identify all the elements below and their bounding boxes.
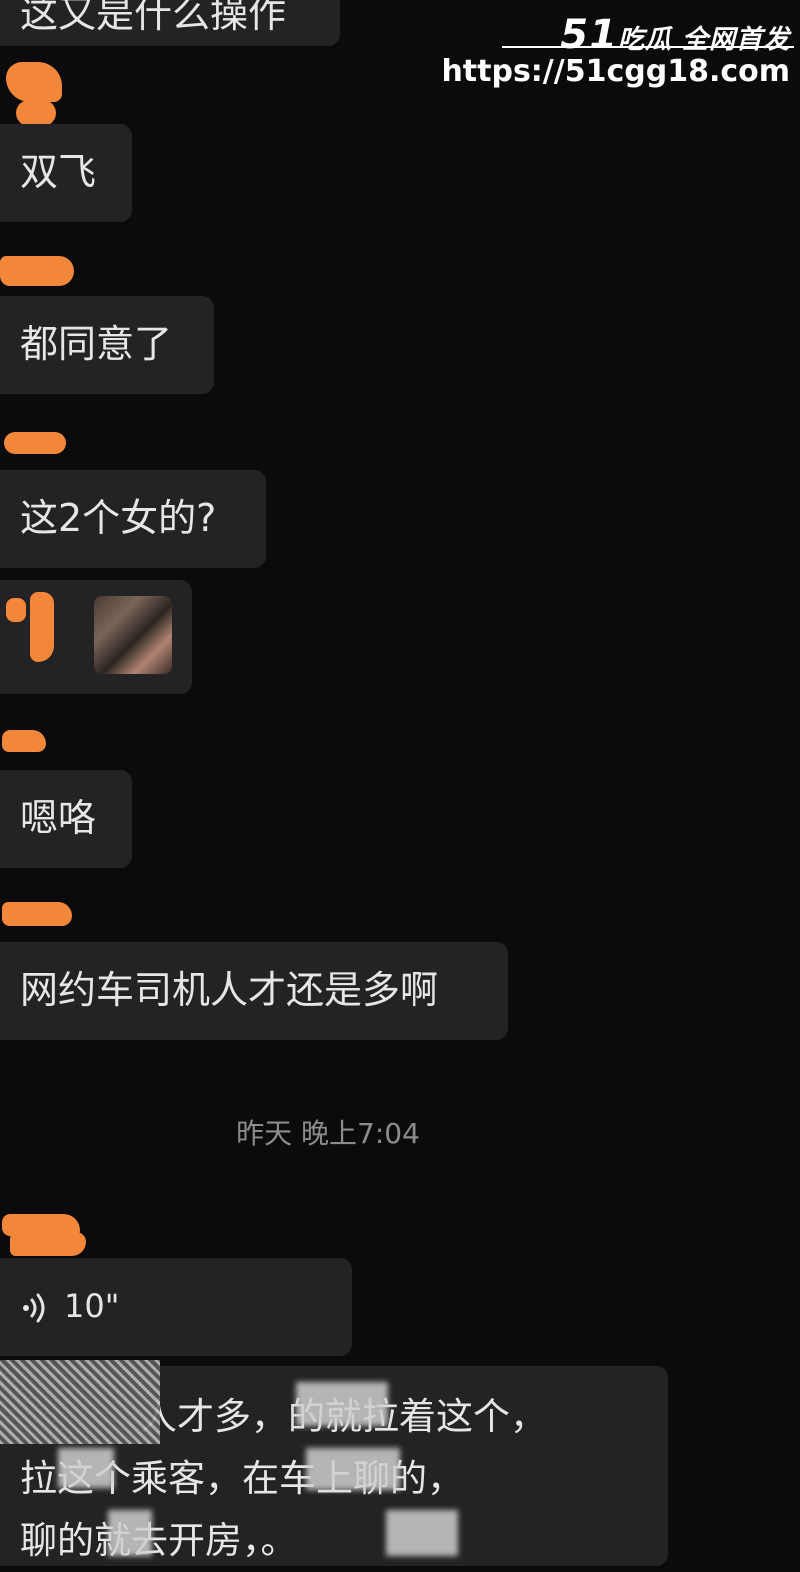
avatar-redaction [0, 256, 74, 286]
chat-timestamp: 昨天 晚上7:04 [236, 1117, 420, 1150]
voice-duration: 10" [64, 1287, 120, 1325]
photo-thumbnail[interactable] [94, 596, 172, 674]
image-message-bubble[interactable] [0, 580, 192, 694]
watermark-brand: 51吃瓜 全网首发 [560, 12, 790, 58]
avatar-redaction [4, 432, 66, 454]
mosaic-redaction [306, 1448, 400, 1490]
mosaic-redaction [58, 1448, 114, 1488]
message-bubble[interactable]: 这2个女的? [0, 470, 266, 568]
watermark: 51吃瓜 全网首发 https://51cgg18.com [441, 0, 794, 100]
avatar-redaction [16, 100, 56, 126]
message-bubble[interactable]: 嗯咯 [0, 770, 132, 868]
watermark-brand-number: 51 [560, 12, 618, 58]
mosaic-redaction [108, 1510, 152, 1556]
mosaic-redaction [386, 1510, 458, 1556]
message-text: 都同意了 [20, 322, 173, 366]
message-bubble[interactable]: 这又是什么操作 [0, 0, 340, 46]
message-bubble[interactable]: 双飞 [0, 124, 132, 222]
message-text: 这2个女的? [20, 496, 217, 540]
avatar-redaction [2, 730, 46, 752]
voice-wave-icon [23, 1293, 45, 1323]
voice-message-bubble[interactable]: 10" [0, 1258, 352, 1356]
watermark-brand-text: 吃瓜 全网首发 [617, 25, 790, 55]
message-bubble[interactable]: 都同意了 [0, 296, 214, 394]
avatar-redaction [30, 592, 54, 662]
avatar-redaction [6, 62, 62, 102]
message-text: 这又是什么操作 [20, 0, 287, 36]
message-bubble[interactable]: 网约车司机人才还是多啊 [0, 942, 508, 1040]
message-text: 双飞 [20, 150, 97, 194]
avatar-redaction [6, 598, 26, 622]
avatar-redaction [10, 1232, 86, 1256]
message-text: 嗯咯 [20, 796, 97, 840]
mosaic-redaction [0, 1360, 160, 1444]
avatar-redaction [2, 902, 72, 926]
mosaic-redaction [296, 1382, 388, 1426]
message-text: 网约车司机人才还是多啊 [20, 968, 439, 1012]
watermark-divider [502, 46, 794, 48]
watermark-url: https://51cgg18.com [441, 54, 790, 89]
